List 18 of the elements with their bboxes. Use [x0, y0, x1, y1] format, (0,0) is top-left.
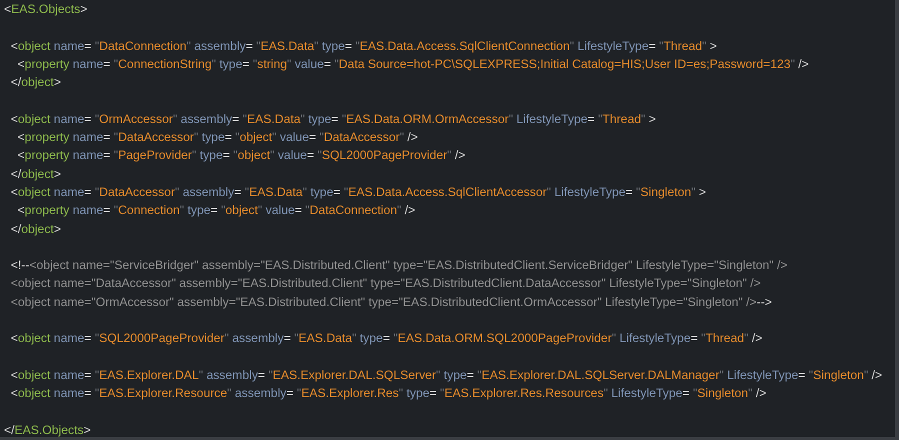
code-line: </object>	[10, 220, 61, 238]
code-line: <property name= "PageProvider" type= "object" value= "SQL2000PageProvider" />	[16, 147, 466, 164]
code-line: <property name= "Connection" type= "object" value= "DataConnection" />	[16, 202, 416, 220]
code-line: <object name= "EAS.Explorer.Resource" assembly= "EAS.Explorer.Res" type= "EAS.Explorer.Res.Resources" LifestyleType= "Singleton" />	[10, 385, 766, 402]
code-line: </object>	[10, 74, 61, 92]
code-line: <EAS.Objects>	[4, 1, 88, 18]
code-line: <!--<object name="ServiceBridger" assembly="EAS.Distributed.Client" type="EAS.DistributedClient.ServiceBridger" LifestyleType="Singleton" />	[10, 257, 788, 274]
code-line: <object name= "OrmAccessor" assembly= "EAS.Data" type= "EAS.Data.ORM.OrmAccessor" LifestyleType= "Thread" >	[10, 110, 656, 128]
code-line: <property name= "DataAccessor" type= "object" value= "DataAccessor" />	[16, 129, 418, 146]
code-line: <object name= "DataAccessor" assembly= "EAS.Data" type= "EAS.Data.Access.SqlClientAccessor" LifestyleType= "Singleton" >	[10, 184, 706, 201]
code-line: <object name="OrmAccessor" assembly="EAS.Distributed.Client" type="EAS.DistributedClient.OrmAccessor" LifestyleType="Singleton" />-->	[10, 294, 772, 311]
code-line: <object name= "DataConnection" assembly= "EAS.Data" type= "EAS.Data.Access.SqlClientConnection" LifestyleType= "Thread" >	[10, 38, 717, 55]
code-line: <object name= "SQL2000PageProvider" assembly= "EAS.Data" type= "EAS.Data.ORM.SQL2000PageProvider" LifestyleType= "Thread" />	[10, 330, 762, 348]
code-line: <object name= "EAS.Explorer.DAL" assembly= "EAS.Explorer.DAL.SQLServer" type= "EAS.Explorer.DAL.SQLServer.DALManager" LifestyleType= "Singleton" />	[10, 366, 882, 384]
code-line: <object name="DataAccessor" assembly="EAS.Distributed.Client" type="EAS.DistributedClient.DataAccessor" LifestyleType="Singleton" />	[10, 275, 761, 292]
code-line: </object>	[10, 166, 61, 183]
code-line: </EAS.Objects>	[4, 422, 91, 437]
code-line: <property name= "ConnectionString" type= "string" value= "Data Source=hot-PC\SQLEXPRESS;Initial Catalog=HIS;User ID=es;Password=123" />	[16, 56, 809, 73]
